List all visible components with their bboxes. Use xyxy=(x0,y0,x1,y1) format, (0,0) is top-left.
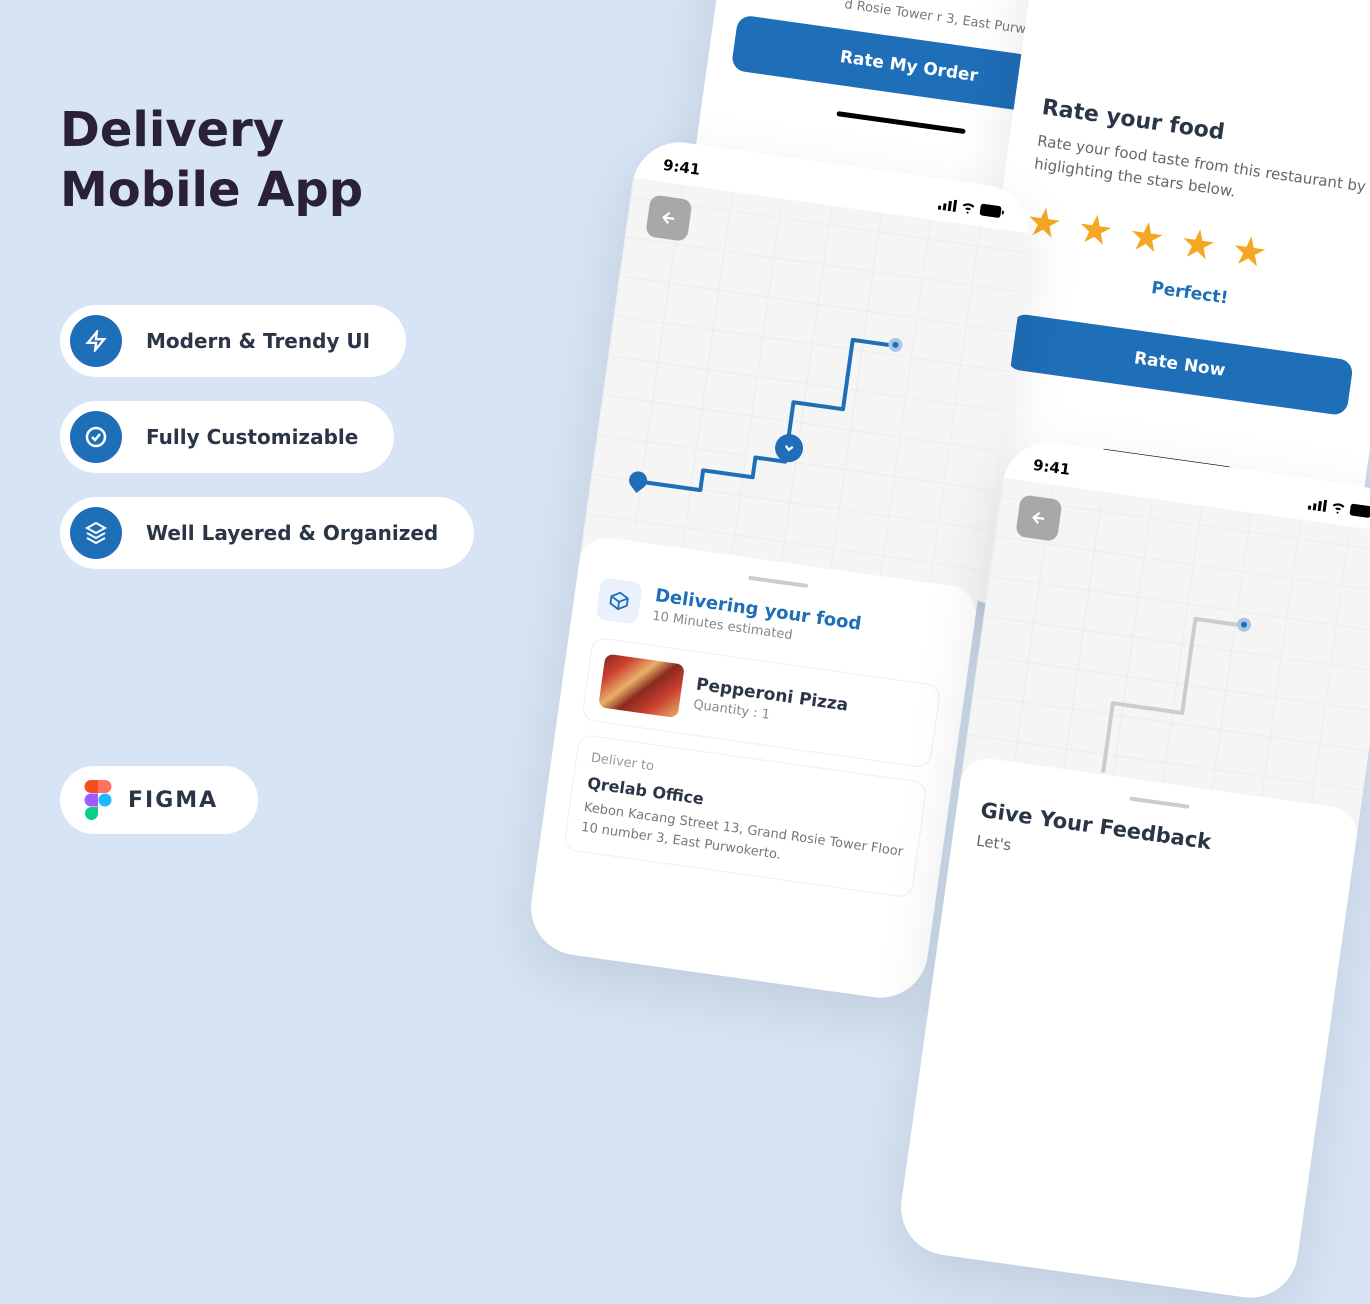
back-button[interactable] xyxy=(1015,494,1062,541)
sheet-handle[interactable] xyxy=(1129,797,1189,809)
figma-text: FIGMA xyxy=(128,788,218,813)
feature-modern-ui: Modern & Trendy UI xyxy=(60,305,406,377)
feature-label: Well Layered & Organized xyxy=(146,521,438,545)
route-path xyxy=(1092,603,1256,801)
battery-icon xyxy=(1349,503,1370,518)
food-thumbnail xyxy=(598,654,685,719)
star-icon[interactable]: ★ xyxy=(1023,198,1065,249)
statusbar-icons xyxy=(1308,498,1370,519)
title-line-2: Mobile App xyxy=(60,160,363,220)
feature-customizable: Fully Customizable xyxy=(60,401,394,473)
feature-label: Fully Customizable xyxy=(146,425,358,449)
wifi-icon xyxy=(1330,501,1348,515)
sheet-handle[interactable] xyxy=(748,576,808,588)
star-icon[interactable]: ★ xyxy=(1228,227,1270,278)
arrow-left-icon xyxy=(659,208,679,228)
star-icon[interactable]: ★ xyxy=(1074,205,1116,256)
bottom-sheet: Delivering your food 10 Minutes estimate… xyxy=(535,534,979,933)
title-line-1: Delivery xyxy=(60,100,363,160)
battery-icon xyxy=(979,203,1004,218)
star-icon[interactable]: ★ xyxy=(1177,220,1219,271)
signal-icon xyxy=(1308,498,1327,512)
back-button[interactable] xyxy=(645,194,692,241)
checkmark-circle-icon xyxy=(70,411,122,463)
main-title: Delivery Mobile App xyxy=(60,100,363,220)
route-path xyxy=(616,281,927,558)
figma-badge: FIGMA xyxy=(60,766,258,834)
rate-now-button[interactable]: Rate Now xyxy=(1005,313,1353,416)
wifi-icon xyxy=(960,201,978,215)
signal-icon xyxy=(938,198,957,212)
feature-layered: Well Layered & Organized xyxy=(60,497,474,569)
package-icon xyxy=(595,577,642,624)
statusbar-time: 9:41 xyxy=(662,156,701,179)
figma-logo-icon xyxy=(84,780,112,820)
statusbar-time: 9:41 xyxy=(1032,456,1071,479)
star-icon[interactable]: ★ xyxy=(1126,212,1168,263)
feature-label: Modern & Trendy UI xyxy=(146,329,370,353)
arrow-left-icon xyxy=(1029,508,1049,528)
statusbar-icons xyxy=(938,198,1005,219)
layers-icon xyxy=(70,507,122,559)
lightning-icon xyxy=(70,315,122,367)
feature-list: Modern & Trendy UI Fully Customizable We… xyxy=(60,305,474,569)
